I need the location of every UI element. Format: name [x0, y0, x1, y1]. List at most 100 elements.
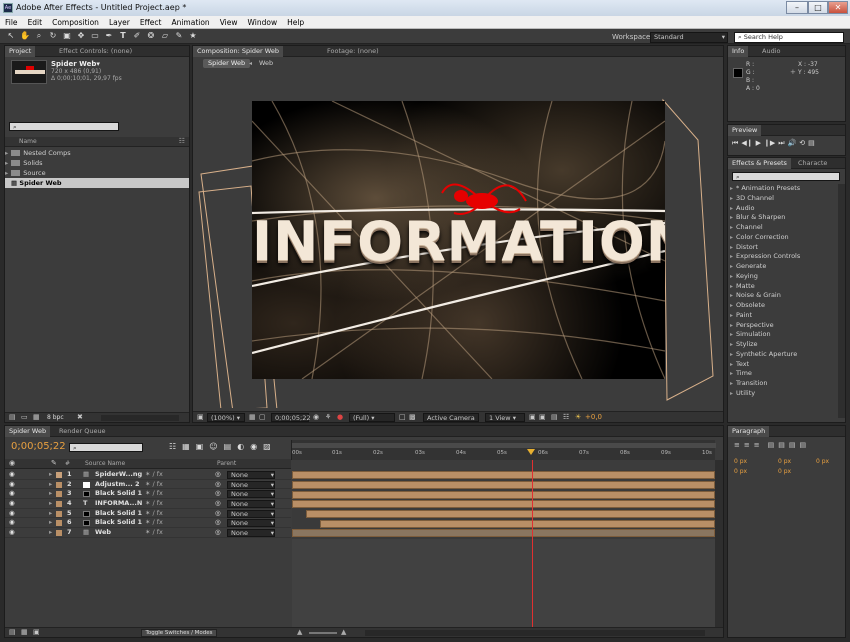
magnification-select[interactable]: (100%) ▾: [207, 413, 245, 422]
new-comp-icon[interactable]: ▦: [33, 413, 40, 421]
mask-tool-icon[interactable]: ▭: [90, 31, 100, 41]
audio-icon[interactable]: 🔊: [788, 139, 797, 148]
zoom-out-icon[interactable]: ▲: [297, 628, 302, 636]
parent-pickwhip-icon[interactable]: ◎: [215, 489, 221, 499]
channel-icon[interactable]: ●: [337, 413, 343, 421]
tab-composition-spider-web[interactable]: Composition: Spider Web: [193, 46, 283, 57]
layer-switches[interactable]: ✶ / fx: [145, 489, 163, 499]
list-item-selected[interactable]: ▦ Spider Web: [5, 178, 189, 188]
parent-pickwhip-icon[interactable]: ◎: [215, 470, 221, 480]
layer-switches[interactable]: ✶ / fx: [145, 518, 163, 528]
tab-character[interactable]: Characte: [794, 158, 831, 169]
brush-tool-icon[interactable]: ✐: [132, 31, 142, 41]
effect-category[interactable]: Noise & Grain: [728, 291, 838, 301]
label-color[interactable]: [56, 472, 62, 478]
effect-category[interactable]: Transition: [728, 379, 838, 389]
workspace-select[interactable]: Standard ▾: [650, 32, 728, 43]
layer-switches[interactable]: ✶ / fx: [145, 528, 163, 538]
layer-switches[interactable]: ✶ / fx: [145, 470, 163, 480]
expand-icon[interactable]: ▸: [49, 528, 52, 538]
table-row[interactable]: ◉ ▸ 7 ▦ Web ✶ / fx ◎ None ▾: [5, 528, 291, 538]
table-row[interactable]: ◉ ▸ 1 ▦ SpiderW...ng ✶ / fx ◎ None ▾: [5, 470, 291, 480]
align-center-icon[interactable]: ≡: [744, 441, 750, 449]
effect-category[interactable]: Paint: [728, 311, 838, 321]
justify-last-left-icon[interactable]: ▤: [768, 441, 775, 449]
label-color[interactable]: [56, 530, 62, 537]
align-left-icon[interactable]: ≡: [734, 441, 740, 449]
transfer-controls-icon[interactable]: ▦: [21, 628, 28, 636]
effects-search-input[interactable]: ⌕: [732, 172, 840, 181]
label-color[interactable]: [56, 520, 62, 527]
effect-category[interactable]: Blur & Sharpen: [728, 213, 838, 223]
eye-icon[interactable]: ◉: [9, 489, 15, 499]
pen-tool-icon[interactable]: ✒: [104, 31, 114, 41]
layer-name[interactable]: Web: [95, 528, 111, 538]
exposure-value[interactable]: +0,0: [585, 413, 602, 421]
parent-select[interactable]: None ▾: [227, 529, 275, 538]
comp-mini-flowchart-icon[interactable]: ☷: [169, 442, 176, 451]
motion-blur-icon[interactable]: ◐: [237, 442, 244, 451]
list-item[interactable]: ▸ Solids: [5, 158, 189, 168]
tab-footage[interactable]: Footage: (none): [323, 46, 383, 57]
parent-pickwhip-icon[interactable]: ◎: [215, 499, 221, 509]
effect-category[interactable]: Distort: [728, 243, 838, 253]
menu-file[interactable]: File: [0, 16, 23, 28]
roi-icon[interactable]: □: [399, 413, 406, 421]
previous-frame-icon[interactable]: ◀❙: [741, 139, 752, 148]
effect-category[interactable]: * Animation Presets: [728, 184, 838, 194]
tab-render-queue[interactable]: Render Queue: [55, 426, 110, 437]
layer-switches-pane-icon[interactable]: ▤: [9, 628, 16, 636]
flowchart-icon[interactable]: ☷: [563, 413, 569, 421]
menu-help[interactable]: Help: [282, 16, 309, 28]
last-frame-icon[interactable]: ⏭: [778, 139, 784, 148]
zoom-tool-icon[interactable]: ⌕: [34, 31, 44, 41]
effect-category[interactable]: Simulation: [728, 330, 838, 340]
tab-effects-presets[interactable]: Effects & Presets: [728, 158, 791, 169]
puppet-tool-icon[interactable]: ★: [188, 31, 198, 41]
fast-preview-icon[interactable]: ▣: [539, 413, 546, 421]
effect-category[interactable]: Stylize: [728, 340, 838, 350]
comp-timecode-field[interactable]: 0;00;05;22: [271, 413, 311, 422]
layer-name[interactable]: Black Solid 1: [95, 509, 142, 519]
justify-all-icon[interactable]: ▤: [800, 441, 807, 449]
label-color[interactable]: [56, 510, 62, 517]
resolution-select[interactable]: (Full) ▾: [349, 413, 395, 422]
tab-preview[interactable]: Preview: [728, 125, 762, 136]
effect-category[interactable]: Color Correction: [728, 233, 838, 243]
parent-pickwhip-icon[interactable]: ◎: [215, 509, 221, 519]
effect-category[interactable]: Time: [728, 369, 838, 379]
bit-depth-label[interactable]: 8 bpc: [47, 414, 64, 421]
label-color[interactable]: [56, 501, 62, 508]
playhead-handle[interactable]: [527, 449, 535, 455]
project-search-input[interactable]: ⌕: [9, 122, 119, 131]
parent-select[interactable]: None ▾: [227, 490, 275, 499]
comp-canvas[interactable]: INFORMATION: [252, 101, 665, 379]
search-help-input[interactable]: ⌕ Search Help: [734, 32, 844, 43]
layer-duration-bar[interactable]: [306, 510, 715, 518]
timeline-horizontal-scrollbar[interactable]: [365, 630, 705, 636]
effect-category[interactable]: Expression Controls: [728, 252, 838, 262]
next-frame-icon[interactable]: ❙▶: [764, 139, 775, 148]
layer-switches[interactable]: ✶ / fx: [145, 499, 163, 509]
menu-window[interactable]: Window: [243, 16, 283, 28]
ram-preview-icon[interactable]: ▤: [808, 139, 815, 148]
exposure-icon[interactable]: ☀: [575, 413, 581, 421]
effect-category[interactable]: Keying: [728, 272, 838, 282]
effect-category[interactable]: Audio: [728, 204, 838, 214]
layer-switches[interactable]: ✶ / fx: [145, 509, 163, 519]
selection-tool-icon[interactable]: ↖: [6, 31, 16, 41]
grid-icon[interactable]: ▦: [249, 413, 256, 421]
menu-edit[interactable]: Edit: [23, 16, 48, 28]
close-button[interactable]: ✕: [828, 1, 848, 14]
list-item[interactable]: ▸ Source: [5, 168, 189, 178]
parent-select[interactable]: None ▾: [227, 500, 275, 509]
minimize-button[interactable]: –: [786, 1, 808, 14]
toggle-pixel-aspect-icon[interactable]: ▣: [529, 413, 536, 421]
tab-effect-controls[interactable]: Effect Controls: (none): [55, 46, 136, 57]
hide-shy-icon[interactable]: ☺: [209, 442, 217, 451]
parent-select[interactable]: None ▾: [227, 519, 275, 528]
eye-icon[interactable]: ◉: [9, 518, 15, 528]
region-icon[interactable]: ▢: [259, 413, 266, 421]
effect-category[interactable]: Channel: [728, 223, 838, 233]
justify-last-center-icon[interactable]: ▤: [778, 441, 785, 449]
